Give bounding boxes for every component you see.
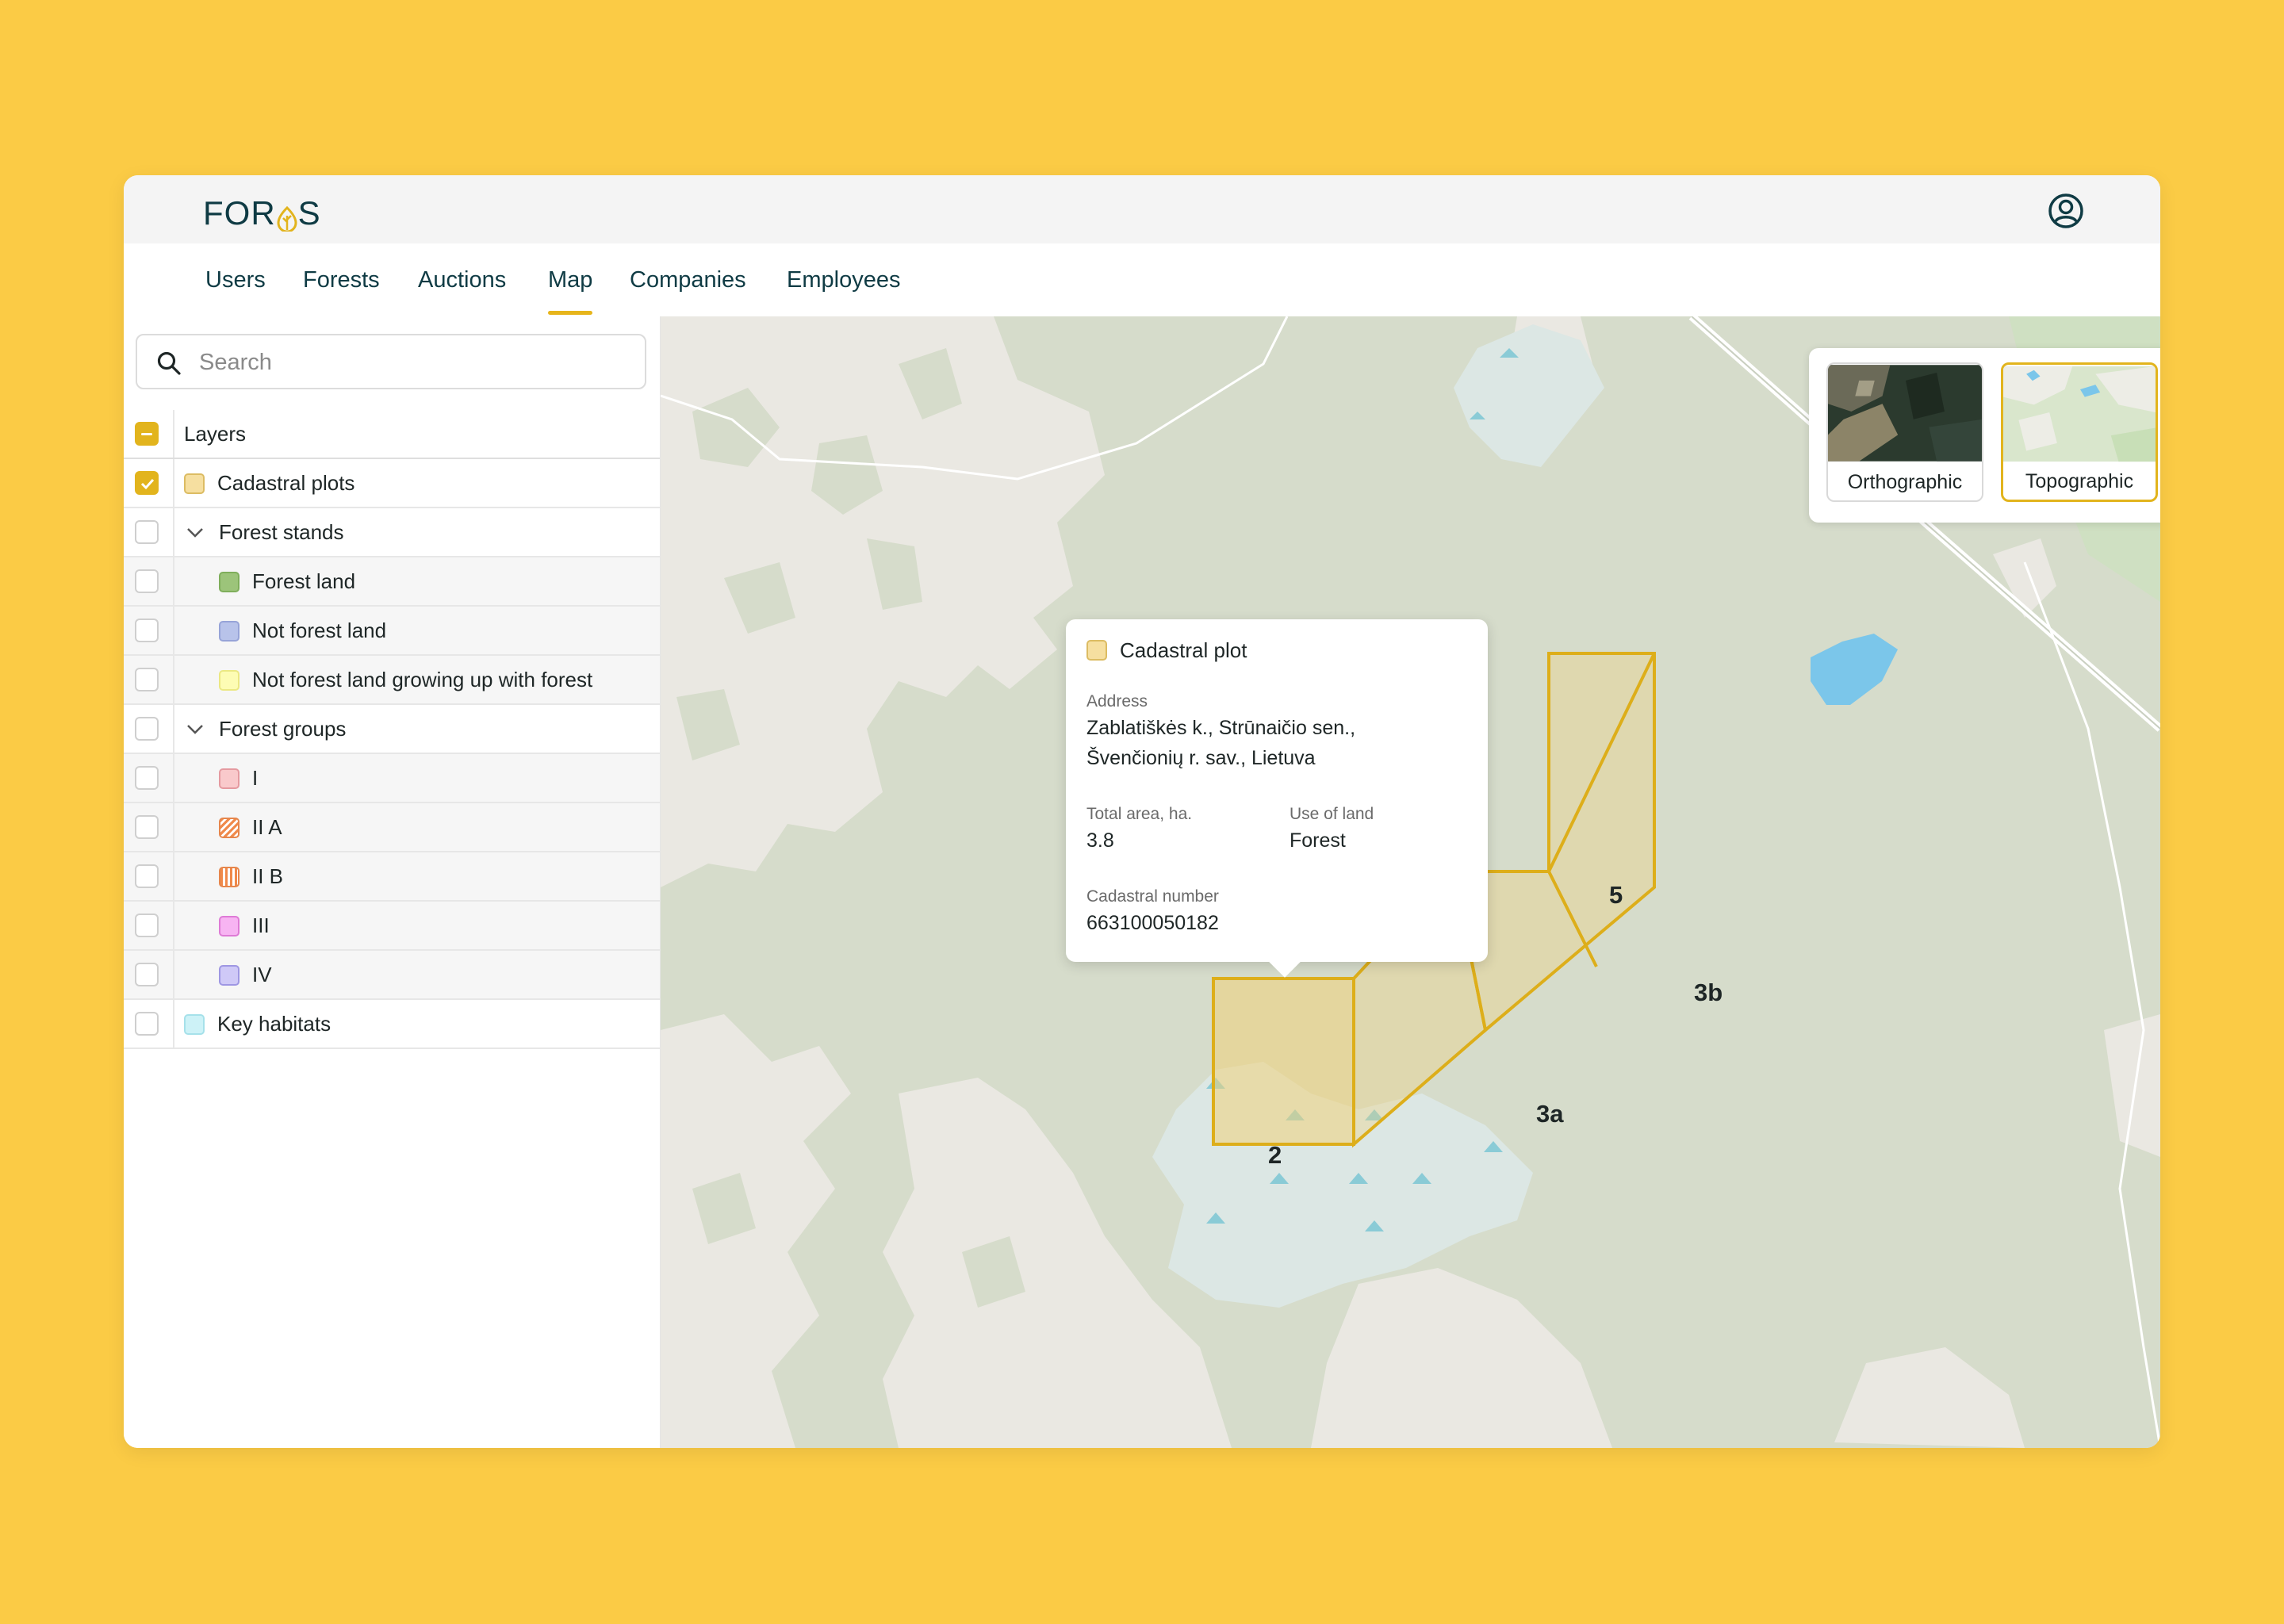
layer-row-group-iii[interactable]: III [124,902,660,951]
layers-select-all-checkbox[interactable] [135,422,159,446]
nav-employees[interactable]: Employees [787,243,900,316]
orthographic-thumbnail [1828,365,1982,462]
layer-label: Cadastral plots [217,471,355,495]
layer-row-key-habitats[interactable]: Key habitats [124,1000,660,1049]
logo[interactable]: FOR S [203,194,321,233]
basemap-orthographic[interactable]: Orthographic [1826,362,1983,502]
layer-checkbox[interactable] [135,864,159,888]
layer-checkbox[interactable] [135,914,159,937]
map-canvas[interactable]: 2 3a 3b 5 Cadastral plot Address Zablati… [661,316,2160,1448]
basemap-label: Orthographic [1847,471,1963,493]
nav-companies[interactable]: Companies [630,243,746,316]
basemap-topographic[interactable]: Topographic [2001,362,2158,502]
plot-label-5[interactable]: 5 [1609,881,1623,910]
use-of-land-label: Use of land [1290,805,1374,823]
layers-header: Layers [184,422,247,446]
layer-checkbox[interactable] [135,1012,159,1036]
layer-row-forest-groups[interactable]: Forest groups [124,705,660,754]
layer-row-group-iia[interactable]: II A [124,803,660,852]
layers-header-row: Layers [124,410,660,459]
cadastral-swatch [1086,640,1107,661]
popup-title: Cadastral plot [1120,638,1247,662]
area-label: Total area, ha. [1086,805,1193,823]
layer-checkbox[interactable] [135,766,159,790]
layer-checkbox[interactable] [135,619,159,642]
layer-checkbox[interactable] [135,668,159,691]
layer-checkbox[interactable] [135,520,159,544]
nav-auctions[interactable]: Auctions [418,243,506,316]
address-label: Address [1086,692,1148,710]
basemap-label: Topographic [2025,470,2134,492]
group-iib-swatch [219,867,240,887]
layer-row-cadastral-plots[interactable]: Cadastral plots [124,459,660,508]
cadastral-swatch [184,473,205,494]
layer-row-not-forest-growing[interactable]: Not forest land growing up with forest [124,656,660,705]
layer-label: Not forest land [252,619,387,642]
top-bar: FOR S [124,175,2160,243]
layers-sidebar: Layers Cadastral plots Forest stands For… [124,316,661,1448]
plot-label-2[interactable]: 2 [1268,1141,1282,1170]
use-of-land-value: Forest [1290,829,1346,852]
layer-checkbox[interactable] [135,569,159,593]
layer-row-group-iv[interactable]: IV [124,951,660,1000]
logo-text-left: FOR [203,194,276,232]
layers-list: Layers Cadastral plots Forest stands For… [124,410,660,1049]
basemap-switcher: Orthographic Topographic [1809,348,2160,523]
layer-label: Forest land [252,569,356,593]
layer-label: III [252,914,270,937]
area-value: 3.8 [1086,829,1114,852]
forest-land-swatch [219,572,240,592]
user-avatar-icon[interactable] [2048,193,2084,229]
layer-row-group-iib[interactable]: II B [124,852,660,902]
cadastral-plot-popup: Cadastral plot Address Zablatiškės k., S… [1066,619,1488,962]
group-iv-swatch [219,965,240,986]
plot-label-3a[interactable]: 3a [1536,1100,1563,1128]
chevron-down-icon[interactable] [186,721,205,737]
logo-text-right: S [297,194,321,232]
layer-checkbox[interactable] [135,717,159,741]
topographic-thumbnail [2003,366,2156,462]
nav-map[interactable]: Map [548,243,593,316]
layer-checkbox[interactable] [135,815,159,839]
layer-label: Not forest land growing up with forest [252,668,593,691]
nav-users[interactable]: Users [205,243,266,316]
group-iia-swatch [219,818,240,838]
plot-label-3b[interactable]: 3b [1694,979,1723,1007]
group-iii-swatch [219,916,240,936]
layer-label: Forest stands [219,520,344,544]
address-line-1: Zablatiškės k., Strūnaičio sen., [1086,717,1356,739]
key-habitats-swatch [184,1014,205,1035]
main-nav: Users Forests Auctions Map Companies Emp… [124,243,2160,318]
layer-row-forest-land[interactable]: Forest land [124,557,660,607]
app-window: FOR S Users Forests Auctions Map Compani… [124,175,2160,1448]
search-box [136,334,646,389]
cadastral-number-value: 663100050182 [1086,912,1219,934]
layer-row-not-forest-land[interactable]: Not forest land [124,607,660,656]
layer-checkbox[interactable] [135,963,159,986]
not-forest-land-swatch [219,621,240,642]
layer-label: IV [252,963,272,986]
layer-label: Key habitats [217,1012,331,1036]
layer-row-forest-stands[interactable]: Forest stands [124,508,660,557]
search-input[interactable] [197,345,629,380]
logo-leaf-icon [277,201,297,233]
layer-checkbox[interactable] [135,471,159,495]
address-line-2: Švenčionių r. sav., Lietuva [1086,747,1316,769]
layer-label: I [252,766,259,790]
cadastral-number-label: Cadastral number [1086,887,1219,906]
nav-forests[interactable]: Forests [303,243,380,316]
chevron-down-icon[interactable] [186,524,205,540]
layer-label: Forest groups [219,717,347,741]
not-forest-growing-swatch [219,670,240,691]
layer-row-group-i[interactable]: I [124,754,660,803]
search-icon [157,351,181,375]
layer-label: II A [252,815,282,839]
layer-label: II B [252,864,284,888]
group-i-swatch [219,768,240,789]
